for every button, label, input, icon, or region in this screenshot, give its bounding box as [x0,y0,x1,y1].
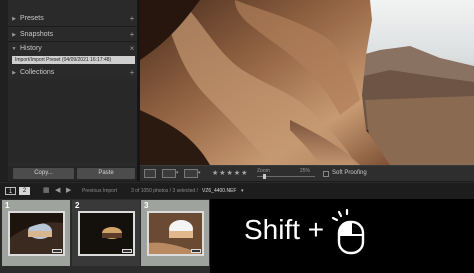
chevron-down-icon[interactable]: ▾ [241,188,244,195]
edited-badge-icon [122,249,132,253]
source-label[interactable]: Previous Import [82,188,117,195]
paste-button[interactable]: Paste [77,168,135,179]
zoom-value: 25% [300,168,311,174]
collections-content [8,79,137,163]
before-after-icon[interactable] [162,169,176,178]
collapse-triangle-icon: ▼ [11,45,17,52]
filmstrip-cell[interactable]: 1 [2,200,70,266]
filmstrip-cell[interactable]: 2 [72,200,140,266]
expand-triangle-icon: ▶ [12,15,16,22]
chevron-down-icon[interactable]: ▾ [176,169,180,178]
history-panel-header[interactable]: ▼ History × [8,42,137,55]
cell-number: 1 [5,201,10,210]
grid-icon[interactable]: ▦ [43,187,50,195]
clear-history-button[interactable]: × [127,44,137,53]
edited-badge-icon [191,249,201,253]
chevron-down-icon[interactable]: ▾ [198,169,202,178]
add-snapshot-button[interactable]: + [127,30,137,39]
add-collection-button[interactable]: + [127,68,137,77]
thumbnail-image [149,213,202,254]
filmstrip-navigator-bar: 1 2 ▦ ◀ ▶ Previous Import 3 of 1050 phot… [0,182,474,199]
edited-badge-icon [52,249,62,253]
expand-triangle-icon: ▶ [12,31,16,38]
copy-button[interactable]: Copy... [13,168,74,179]
cell-number: 3 [144,201,149,210]
filmstrip: 1 2 3 [0,199,210,273]
swap-icon[interactable] [184,169,198,178]
photo-loupe-view[interactable] [140,0,474,165]
filename-label[interactable]: VZ6_4400.NEF [202,188,236,195]
soft-proofing-checkbox[interactable] [323,171,329,177]
cave-photo [140,0,474,165]
left-panel-edge [0,0,8,181]
back-arrow-icon[interactable]: ◀ [55,187,60,195]
add-preset-button[interactable]: + [127,14,137,23]
filmstrip-cell[interactable]: 3 [141,200,209,266]
selection-status: 3 of 1050 photos / 3 selected / [131,188,198,194]
thumbnail-image [80,213,133,254]
secondary-window-button[interactable]: 2 [19,187,30,195]
cell-number: 2 [75,201,80,210]
history-entry[interactable]: Import/Import Preset (04/09/2021 16:17:4… [12,56,135,64]
snapshots-label: Snapshots [20,31,54,38]
collections-panel-header[interactable]: ▶ Collections + [8,66,137,79]
collections-label: Collections [20,69,55,76]
mouse-click-icon [331,208,365,255]
star-rating[interactable]: ★★★★★ [212,168,248,179]
divider [8,26,137,27]
shortcut-text: Shift + [244,214,325,245]
history-label: History [20,45,42,52]
forward-arrow-icon[interactable]: ▶ [66,187,71,195]
expand-triangle-icon: ▶ [12,69,16,76]
presets-label: Presets [20,15,44,22]
main-window-button[interactable]: 1 [5,187,16,195]
snapshots-panel-header[interactable]: ▶ Snapshots + [8,28,137,41]
presets-panel-header[interactable]: ▶ Presets + [8,12,137,25]
soft-proofing-label: Soft Proofing [332,170,367,176]
loupe-toolbar: ▾ ▾ ★★★★★ Zoom 25% Soft Proofing [140,165,474,181]
thumbnail-image [10,213,63,254]
loupe-view-icon[interactable] [144,169,156,178]
zoom-slider-thumb[interactable] [262,174,266,179]
